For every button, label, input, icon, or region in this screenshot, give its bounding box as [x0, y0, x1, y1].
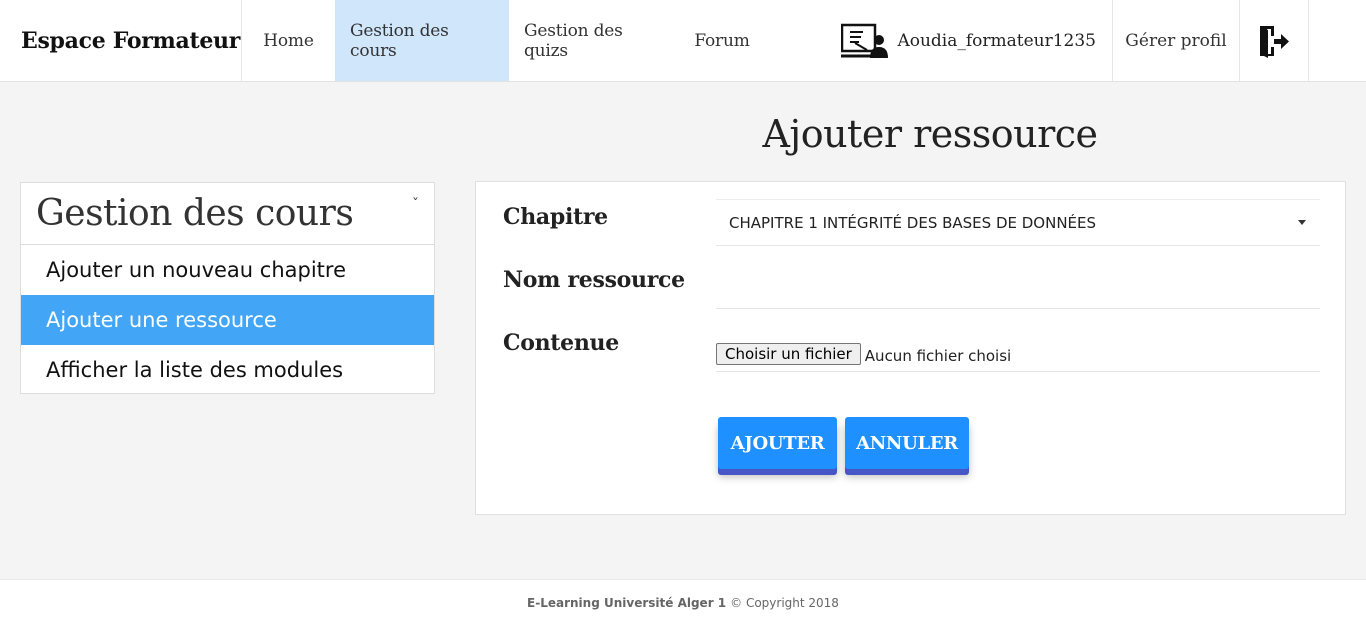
chevron-down-icon[interactable]: ˇ	[412, 197, 419, 213]
nav-gestion-quizs[interactable]: Gestion des quizs	[509, 0, 680, 81]
navbar-spacer	[764, 0, 819, 81]
footer-copyright: © Copyright 2018	[730, 595, 839, 610]
nav-forum[interactable]: Forum	[680, 0, 764, 81]
logout-button[interactable]	[1240, 0, 1309, 81]
footer-org: E-Learning Université Alger 1	[527, 595, 727, 610]
sidebar-title: Gestion des cours	[36, 193, 354, 234]
sidebar-item-liste-modules[interactable]: Afficher la liste des modules	[21, 345, 434, 395]
choose-file-button[interactable]: Choisir un fichier	[716, 343, 861, 365]
sidebar-item-ajouter-ressource[interactable]: Ajouter une ressource	[21, 295, 434, 345]
sidebar-panel: Gestion des cours ˇ Ajouter un nouveau c…	[20, 182, 435, 394]
file-status-text: Aucun fichier choisi	[864, 347, 1012, 365]
top-navbar: Espace Formateur Home Gestion des cours …	[0, 0, 1366, 82]
nom-ressource-input[interactable]	[716, 246, 1320, 308]
logout-door-icon	[1260, 25, 1289, 58]
page-title: Ajouter ressource	[762, 112, 1098, 156]
user-block: Aoudia_formateur1235	[819, 0, 1113, 81]
page-footer: E-Learning Université Alger 1 © Copyrigh…	[0, 579, 1366, 625]
ajouter-button[interactable]: AJOUTER	[718, 417, 837, 469]
nav-home[interactable]: Home	[242, 0, 335, 81]
username-label[interactable]: Aoudia_formateur1235	[897, 31, 1096, 51]
resource-form-card: Chapitre CHAPITRE 1 INTÉGRITÉ DES BASES …	[475, 181, 1346, 515]
chapitre-select[interactable]: CHAPITRE 1 INTÉGRITÉ DES BASES DE DONNÉE…	[716, 199, 1320, 246]
manage-profile-link[interactable]: Gérer profil	[1113, 0, 1240, 81]
chapitre-selected-value: CHAPITRE 1 INTÉGRITÉ DES BASES DE DONNÉE…	[729, 213, 1097, 232]
navbar-end-cell	[1309, 0, 1366, 81]
nav-gestion-cours[interactable]: Gestion des cours	[335, 0, 509, 81]
nom-ressource-field-wrap	[716, 246, 1320, 309]
sidebar-header[interactable]: Gestion des cours ˇ	[21, 183, 434, 245]
sidebar-item-ajouter-chapitre[interactable]: Ajouter un nouveau chapitre	[21, 245, 434, 295]
brand-title[interactable]: Espace Formateur	[0, 0, 242, 81]
caret-down-icon	[1298, 220, 1306, 225]
file-upload-row: Choisir un fichier Aucun fichier choisi	[716, 309, 1320, 372]
teacher-board-icon	[841, 23, 889, 58]
nom-ressource-label: Nom ressource	[503, 267, 685, 293]
chapitre-label: Chapitre	[503, 204, 608, 230]
annuler-button[interactable]: ANNULER	[845, 417, 969, 469]
contenue-label: Contenue	[503, 330, 619, 356]
